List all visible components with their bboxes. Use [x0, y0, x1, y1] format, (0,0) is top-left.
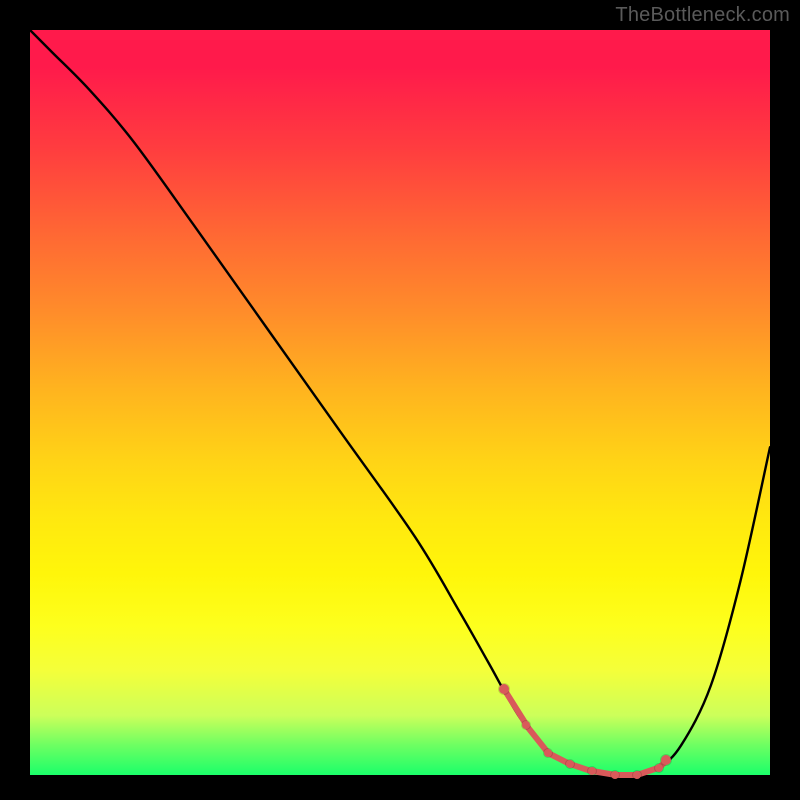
- bottleneck-curve: [30, 30, 770, 775]
- highlight-marker: [499, 684, 509, 694]
- watermark-text: TheBottleneck.com: [615, 4, 790, 27]
- highlight-marker: [566, 760, 574, 768]
- highlight-marker: [588, 767, 596, 775]
- highlight-marker: [611, 771, 619, 779]
- highlight-marker: [655, 764, 663, 772]
- chart-frame: TheBottleneck.com: [0, 0, 800, 800]
- plot-area: [30, 30, 770, 775]
- highlight-marker: [633, 771, 641, 779]
- highlight-marker: [522, 721, 530, 729]
- highlight-marker: [661, 755, 671, 765]
- highlight-marker: [544, 749, 552, 757]
